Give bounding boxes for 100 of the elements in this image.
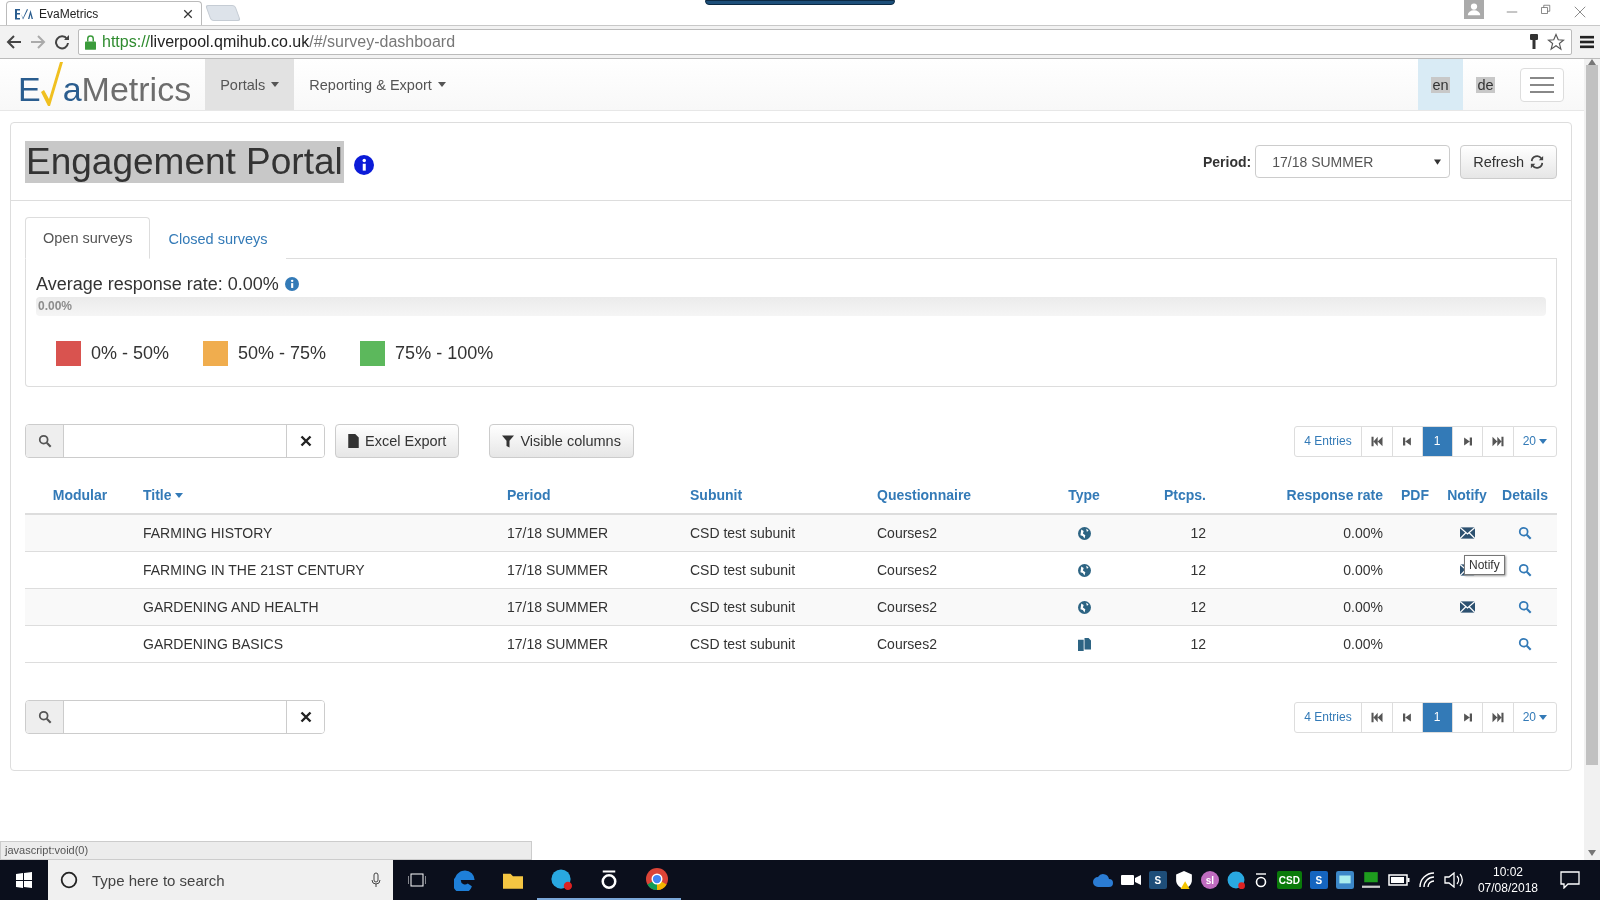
tooltip: Notify: [1464, 555, 1505, 575]
notification-icon[interactable]: [1560, 871, 1580, 889]
table-cell-text: 17/18 SUMMER: [506, 636, 610, 652]
star-icon[interactable]: [1547, 33, 1565, 51]
info-icon: [353, 154, 374, 175]
clear-button[interactable]: [286, 425, 324, 457]
previous-page-icon: [1402, 435, 1412, 447]
last-page-button[interactable]: [1481, 425, 1514, 457]
table-cell-text: 0.00%: [1342, 525, 1384, 541]
legend-label: 75% - 100%: [395, 343, 494, 364]
caret-icon: [1539, 714, 1547, 720]
clear-button[interactable]: [286, 701, 324, 733]
monitor-icon[interactable]: [1335, 871, 1354, 889]
last-page-button[interactable]: [1481, 701, 1514, 733]
table-cell-text: 17/18 SUMMER: [506, 599, 610, 615]
taskbar-search-field[interactable]: Type here to search: [90, 870, 359, 890]
tab[interactable]: Open surveys: [25, 217, 151, 259]
column-header[interactable]: Subunit: [682, 487, 869, 503]
search-icon: [37, 710, 52, 724]
taskbar-search[interactable]: Type here to search: [48, 860, 393, 900]
table-cell-text: 0.00%: [1342, 636, 1384, 652]
cloud-icon[interactable]: [1092, 873, 1113, 887]
filter-icon: [502, 434, 515, 448]
menu-icon[interactable]: [1580, 35, 1594, 49]
network-icon[interactable]: [1361, 871, 1380, 889]
legend-label: 50% - 75%: [238, 343, 327, 364]
column-header[interactable]: Response rate: [1214, 487, 1391, 503]
column-header[interactable]: Notify: [1439, 487, 1495, 503]
table-cell-text: 17/18 SUMMER: [506, 525, 610, 541]
close-icon[interactable]: [183, 8, 193, 19]
caret-icon: [1539, 438, 1547, 444]
envelope-icon[interactable]: [1459, 601, 1475, 613]
first-page-button[interactable]: [1360, 701, 1393, 733]
url-text: https://liverpool.qmihub.co.uk/#/survey-dashboard: [102, 33, 456, 51]
column-header[interactable]: Ptcps.: [1119, 487, 1214, 503]
visible-columns-button[interactable]: Visible columns: [489, 424, 634, 458]
globe-icon: [1077, 563, 1091, 577]
search-field[interactable]: [25, 700, 325, 734]
nav-menu[interactable]: Reporting & Export: [294, 59, 461, 110]
table-cell-text: Courses2: [876, 525, 938, 541]
language-option[interactable]: en: [1418, 59, 1463, 110]
first-page-icon: [1370, 711, 1383, 723]
progress-label: 0.00%: [38, 299, 73, 313]
tray-app-icon[interactable]: S: [1309, 871, 1328, 889]
column-header[interactable]: Details: [1495, 487, 1555, 503]
browser-tab[interactable]: EvaMetrics: [6, 1, 202, 25]
search-field[interactable]: [25, 424, 325, 458]
period-select[interactable]: 17/18 SUMMER: [1255, 145, 1451, 178]
refresh-button[interactable]: Refresh: [1460, 144, 1557, 179]
page-button[interactable]: 1: [1421, 425, 1453, 457]
shield-icon[interactable]: [1174, 871, 1193, 889]
column-header[interactable]: Modular: [25, 487, 135, 503]
column-header[interactable]: Title: [135, 487, 499, 503]
volume-icon[interactable]: [1443, 872, 1464, 888]
camera-icon[interactable]: [1120, 873, 1141, 887]
entries-count[interactable]: 4 Entries: [1294, 425, 1362, 457]
tray-app-icon[interactable]: sl: [1200, 871, 1219, 889]
table-cell-text: CSD test subunit: [689, 599, 797, 615]
address-bar[interactable]: https://liverpool.qmihub.co.uk/#/survey-dashboard: [78, 29, 1572, 55]
envelope-icon[interactable]: [1459, 527, 1475, 539]
scrollbar[interactable]: [1584, 59, 1600, 860]
next-page-button[interactable]: [1451, 701, 1483, 733]
clock: 10:02 07/08/2018: [1477, 864, 1538, 896]
key-icon[interactable]: [1529, 34, 1539, 50]
last-page-icon: [1491, 711, 1504, 723]
table-cell-text: CSD test subunit: [689, 562, 797, 578]
status-url: javascript:void(0): [0, 841, 532, 860]
language-option[interactable]: de: [1463, 59, 1508, 110]
page-button[interactable]: 1: [1421, 701, 1453, 733]
table-cell-text: GARDENING AND HEALTH: [142, 599, 320, 615]
globe-icon: [1077, 600, 1091, 614]
tab-title: EvaMetrics: [39, 6, 99, 21]
task-view-icon: [408, 873, 426, 887]
nav-menu[interactable]: Portals: [205, 59, 295, 110]
column-header[interactable]: Questionnaire: [869, 487, 1049, 503]
table-cell-text: 17/18 SUMMER: [506, 562, 610, 578]
entries-count[interactable]: 4 Entries: [1294, 701, 1362, 733]
tray-app-icon[interactable]: S: [1148, 871, 1167, 889]
page-size-dropdown[interactable]: 20: [1512, 701, 1557, 733]
wifi-icon[interactable]: [1417, 872, 1436, 888]
next-page-button[interactable]: [1451, 425, 1483, 457]
column-header[interactable]: PDF: [1391, 487, 1439, 503]
battery-icon[interactable]: [1387, 874, 1410, 886]
reload-icon[interactable]: [54, 34, 70, 50]
windows-icon: [16, 872, 32, 888]
excel-export-button[interactable]: Excel Export: [335, 424, 460, 458]
chrome-icon: [646, 868, 668, 890]
column-header[interactable]: Period: [499, 487, 682, 503]
back-icon[interactable]: [6, 34, 22, 50]
page-size-dropdown[interactable]: 20: [1512, 425, 1557, 457]
edge-icon: [454, 869, 476, 891]
previous-page-icon: [1402, 711, 1412, 723]
menu-button[interactable]: [1520, 68, 1564, 102]
tray-app-icon[interactable]: CSD: [1276, 871, 1302, 889]
first-page-button[interactable]: [1360, 425, 1393, 457]
logo: E aMetrics: [18, 59, 192, 110]
previous-page-button[interactable]: [1391, 425, 1423, 457]
table-cell-text: Courses2: [876, 636, 938, 652]
previous-page-button[interactable]: [1391, 701, 1423, 733]
column-header[interactable]: Type: [1049, 487, 1119, 503]
